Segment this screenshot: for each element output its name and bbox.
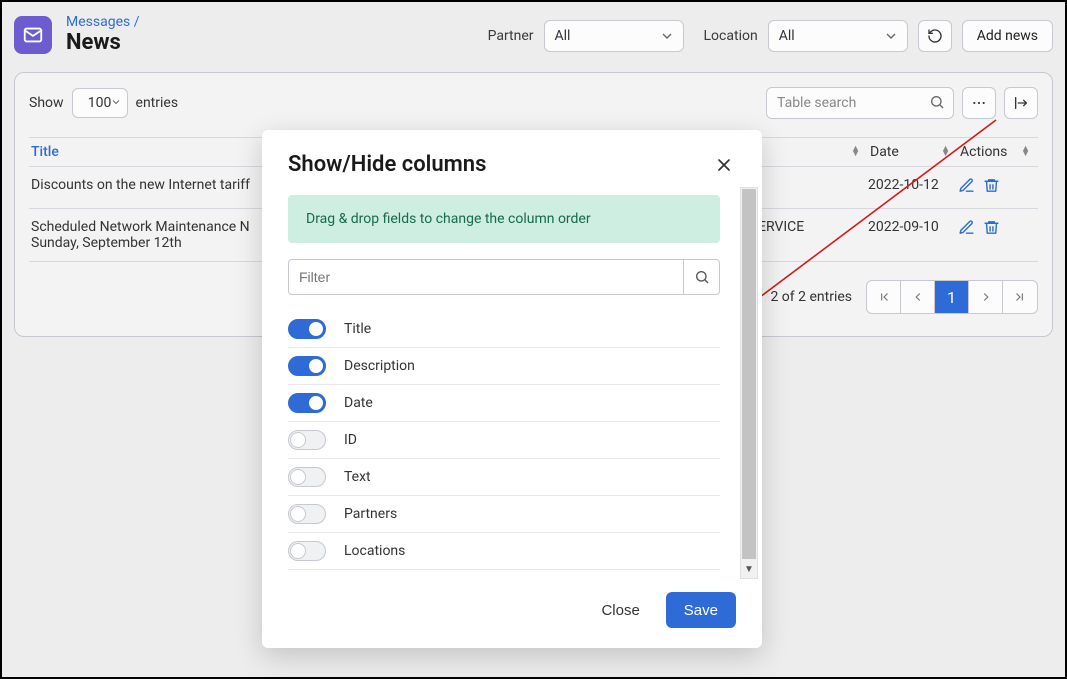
export-button[interactable] <box>1004 87 1038 119</box>
chevron-down-icon <box>110 96 122 112</box>
page-last-button[interactable] <box>1003 281 1037 313</box>
entries-label: entries <box>136 95 179 111</box>
page-size-value: 100 <box>88 95 112 111</box>
add-news-label: Add news <box>977 28 1038 44</box>
col-date-label: Date <box>870 144 899 160</box>
page-number-1[interactable]: 1 <box>935 281 969 313</box>
chevron-down-icon <box>659 28 675 48</box>
modal-title: Show/Hide columns <box>288 152 486 177</box>
modal-close-button[interactable] <box>712 153 736 177</box>
search-icon <box>929 94 945 114</box>
refresh-button[interactable] <box>918 20 952 52</box>
column-item[interactable]: Locations <box>288 533 720 570</box>
row-middle <box>758 177 868 198</box>
column-label: Description <box>344 358 415 374</box>
add-news-button[interactable]: Add news <box>962 20 1053 52</box>
modal-scrollbar[interactable]: ▼ <box>740 187 758 579</box>
sort-icon: ▲▼ <box>851 147 860 157</box>
column-item[interactable]: Partners <box>288 496 720 533</box>
modal-close-label: Close <box>601 602 639 619</box>
column-toggle[interactable] <box>288 430 326 450</box>
show-hide-columns-modal: Show/Hide columns ▼ Drag & drop fields t… <box>262 130 762 648</box>
breadcrumb[interactable]: Messages / <box>66 14 140 30</box>
column-label: Partners <box>344 506 397 522</box>
row-date: 2022-09-10 <box>868 219 958 251</box>
delete-button[interactable] <box>983 219 1000 251</box>
column-label: Title <box>344 321 371 337</box>
modal-close-text-button[interactable]: Close <box>587 592 653 628</box>
scrollbar-down-icon[interactable]: ▼ <box>741 561 757 578</box>
table-search-placeholder: Table search <box>777 95 856 111</box>
col-actions: Actions ▲▼ <box>958 144 1038 160</box>
page-title: News <box>66 30 140 55</box>
page-number-label: 1 <box>947 288 956 307</box>
breadcrumb-parent[interactable]: Messages <box>66 14 130 30</box>
col-middle[interactable]: ▲▼ <box>758 144 868 160</box>
breadcrumb-sep: / <box>134 14 140 30</box>
column-label: Date <box>344 395 373 411</box>
column-item[interactable]: Text <box>288 459 720 496</box>
column-item[interactable]: Description <box>288 348 720 385</box>
edit-button[interactable] <box>958 219 975 251</box>
partner-select-value: All <box>555 28 571 44</box>
sort-icon: ▲▼ <box>1021 147 1030 157</box>
page-prev-button[interactable] <box>901 281 935 313</box>
location-select[interactable]: All <box>768 20 908 52</box>
pager: 1 <box>866 280 1038 314</box>
modal-save-label: Save <box>684 602 718 619</box>
col-title-label: Title <box>31 144 59 160</box>
table-search-input[interactable]: Table search <box>766 87 954 119</box>
col-actions-label: Actions <box>960 144 1007 160</box>
more-options-button[interactable] <box>962 87 996 119</box>
partner-label: Partner <box>488 28 534 44</box>
column-toggle[interactable] <box>288 319 326 339</box>
app-icon-messages <box>14 16 52 54</box>
location-label: Location <box>704 28 758 44</box>
row-middle: ERVICE <box>758 219 868 251</box>
column-label: Locations <box>344 543 405 559</box>
column-filter-search-button[interactable] <box>684 259 720 295</box>
chevron-down-icon <box>883 28 899 48</box>
location-select-value: All <box>779 28 795 44</box>
drag-drop-banner: Drag & drop fields to change the column … <box>288 195 720 243</box>
column-label: ID <box>344 432 357 448</box>
column-toggle[interactable] <box>288 467 326 487</box>
sort-icon: ▲▼ <box>941 147 950 157</box>
show-label: Show <box>29 95 64 111</box>
paging-info: 2 of 2 entries <box>770 289 852 305</box>
column-filter-input[interactable] <box>288 259 684 295</box>
col-date[interactable]: Date ▲▼ <box>868 144 958 160</box>
column-item[interactable]: ID <box>288 422 720 459</box>
scrollbar-thumb[interactable] <box>742 189 756 559</box>
column-item[interactable]: Title <box>288 317 720 348</box>
edit-button[interactable] <box>958 177 975 198</box>
page-size-select[interactable]: 100 <box>72 88 128 118</box>
page-first-button[interactable] <box>867 281 901 313</box>
column-item[interactable]: Date <box>288 385 720 422</box>
page-next-button[interactable] <box>969 281 1003 313</box>
column-label: Text <box>344 469 371 485</box>
row-date: 2022-10-12 <box>868 177 958 198</box>
column-toggle[interactable] <box>288 356 326 376</box>
modal-save-button[interactable]: Save <box>666 592 736 628</box>
column-toggle[interactable] <box>288 541 326 561</box>
partner-select[interactable]: All <box>544 20 684 52</box>
drag-drop-banner-text: Drag & drop fields to change the column … <box>306 211 591 227</box>
column-toggle[interactable] <box>288 393 326 413</box>
column-toggle[interactable] <box>288 504 326 524</box>
delete-button[interactable] <box>983 177 1000 198</box>
